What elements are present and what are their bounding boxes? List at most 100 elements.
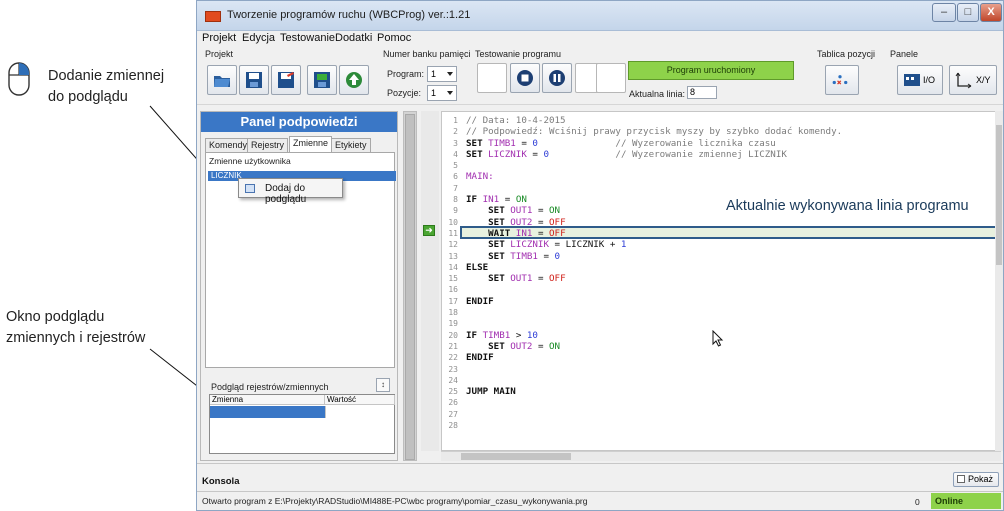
app-icon (205, 11, 221, 22)
code-token: OFF (549, 273, 566, 285)
current-line-field[interactable]: 8 (687, 86, 717, 99)
tab-komendy[interactable]: Komendy (205, 138, 252, 152)
code-token: OUT1 (510, 205, 533, 217)
code-line[interactable] (466, 284, 842, 295)
watch-row-selected[interactable] (210, 406, 325, 418)
code-token: SET (466, 340, 511, 352)
code-line[interactable]: WAIT IN1 = OFF (466, 228, 842, 239)
save-as-button[interactable] (271, 65, 301, 95)
code-line[interactable]: // Podpowiedź: Wciśnij prawy przycisk my… (466, 126, 842, 137)
pause-button[interactable] (542, 63, 572, 93)
stop-button[interactable] (510, 63, 540, 93)
line-number: 17 (448, 296, 458, 306)
code-line[interactable]: SET TIMB1 = 0 // Wyzerowanie licznika cz… (466, 138, 842, 149)
code-line[interactable]: // Data: 10-4-2015 (466, 115, 842, 126)
menu-projekt[interactable]: Projekt (202, 32, 236, 44)
code-token: SET (466, 273, 511, 285)
watch-col-variable[interactable]: Zmienna (210, 395, 325, 405)
code-token: = (526, 148, 544, 160)
menu-testowanie[interactable]: Testowanie (280, 32, 335, 44)
code-line[interactable]: JUMP MAIN (466, 386, 842, 397)
code-line[interactable] (466, 409, 842, 420)
menu-dodatki[interactable]: Dodatki (335, 32, 372, 44)
code-line[interactable]: SET LICZNIK = 0 // Wyzerowanie zmiennej … (466, 149, 842, 160)
code-editor[interactable]: 1 2 3 4 5 6 7 8 9 10 11 12 13 14 15 16 17 18 19 20 21 22 23 24 2… (441, 111, 1001, 451)
code-line[interactable]: SET OUT2 = OFF (466, 217, 842, 228)
device-save-icon (314, 72, 330, 88)
line-number: 19 (448, 319, 458, 329)
line-number: 1 (453, 116, 458, 125)
line-number: 8 (453, 195, 458, 205)
panel-splitter[interactable] (403, 111, 417, 461)
panels-label: Panele (890, 49, 919, 59)
code-line[interactable]: SET LICZNIK = LICZNIK + 1 (466, 239, 842, 250)
test-slot-1[interactable] (477, 63, 507, 93)
test-slot-3[interactable] (596, 63, 626, 93)
code-line[interactable] (466, 318, 842, 329)
maximize-button[interactable]: □ (957, 3, 979, 22)
watch-row-value[interactable] (325, 406, 395, 418)
code-token: IF (466, 329, 483, 341)
code-line[interactable]: MAIN: (466, 171, 842, 182)
close-button[interactable]: X (980, 3, 1002, 22)
add-to-watch-menu-item[interactable]: Dodaj do podglądu (265, 183, 342, 205)
program-select[interactable]: 1 (427, 66, 457, 82)
save-icon (246, 72, 262, 88)
hscroll-thumb[interactable] (461, 453, 571, 460)
editor-vertical-scrollbar[interactable] (995, 111, 1003, 451)
editor-horizontal-scrollbar[interactable] (441, 451, 1001, 461)
memory-bank-label: Numer banku pamięci (383, 49, 471, 59)
tab-rejestry[interactable]: Rejestry (247, 138, 289, 152)
console-label: Konsola (202, 476, 240, 487)
code-token: IN1 (515, 227, 533, 239)
code-line[interactable] (466, 160, 842, 171)
code-line[interactable] (466, 375, 842, 386)
code-token: = (532, 227, 550, 239)
menu-pomoc[interactable]: Pomoc (377, 32, 411, 44)
code-line[interactable]: ELSE (466, 262, 842, 273)
position-table-button[interactable] (825, 65, 859, 95)
code-line[interactable] (466, 307, 842, 318)
code-token: MAIN: (466, 171, 494, 183)
code-token: = (532, 216, 550, 228)
chevron-down-icon (447, 91, 453, 95)
code-line[interactable] (466, 183, 842, 194)
menu-edycja[interactable]: Edycja (242, 32, 275, 44)
show-console-button[interactable]: Pokaż (953, 472, 999, 487)
code-token: 1 (620, 239, 627, 251)
splitter-thumb[interactable] (405, 114, 415, 460)
code-line[interactable]: IF TIMB1 > 10 (466, 330, 842, 341)
code-content[interactable]: // Data: 10-4-2015// Podpowiedź: Wciśnij… (466, 115, 842, 431)
code-token: 0 (554, 250, 561, 262)
code-line[interactable]: SET TIMB1 = 0 (466, 251, 842, 262)
code-token: TIMB1 (488, 137, 516, 149)
current-line-annotation: Aktualnie wykonywana linia programu (726, 198, 969, 214)
code-line[interactable] (466, 420, 842, 431)
upload-button[interactable] (307, 65, 337, 95)
line-number: 3 (453, 138, 458, 148)
code-line[interactable]: ENDIF (466, 296, 842, 307)
io-panel-button[interactable]: I/O (897, 65, 943, 95)
code-line[interactable]: SET OUT1 = OFF (466, 273, 842, 284)
code-token: ENDIF (466, 352, 494, 364)
tab-zmienne[interactable]: Zmienne (289, 136, 333, 152)
line-numbers: 1 2 3 4 5 6 7 8 9 10 11 12 13 14 15 16 17 18 19 20 21 22 23 24 2… (442, 115, 458, 431)
vscroll-thumb[interactable] (996, 125, 1002, 265)
open-project-button[interactable] (207, 65, 237, 95)
title-bar[interactable]: Tworzenie programów ruchu (WBCProg) ver.… (197, 1, 1003, 31)
line-number: 6 (453, 172, 458, 182)
code-line[interactable]: SET OUT2 = ON (466, 341, 842, 352)
xy-panel-button[interactable]: X/Y (949, 65, 997, 95)
save-button[interactable] (239, 65, 269, 95)
tab-etykiety[interactable]: Etykiety (331, 138, 371, 152)
minimize-button[interactable]: – (932, 3, 956, 22)
code-line[interactable]: ENDIF (466, 352, 842, 363)
code-token: OUT2 (510, 216, 533, 228)
code-line[interactable] (466, 397, 842, 408)
watch-col-value[interactable]: Wartość (325, 395, 395, 405)
watch-options-button[interactable]: ↕ (376, 378, 390, 392)
upload-arrow-button[interactable] (339, 65, 369, 95)
code-token: SET (466, 250, 511, 262)
positions-select[interactable]: 1 (427, 85, 457, 101)
code-line[interactable] (466, 364, 842, 375)
